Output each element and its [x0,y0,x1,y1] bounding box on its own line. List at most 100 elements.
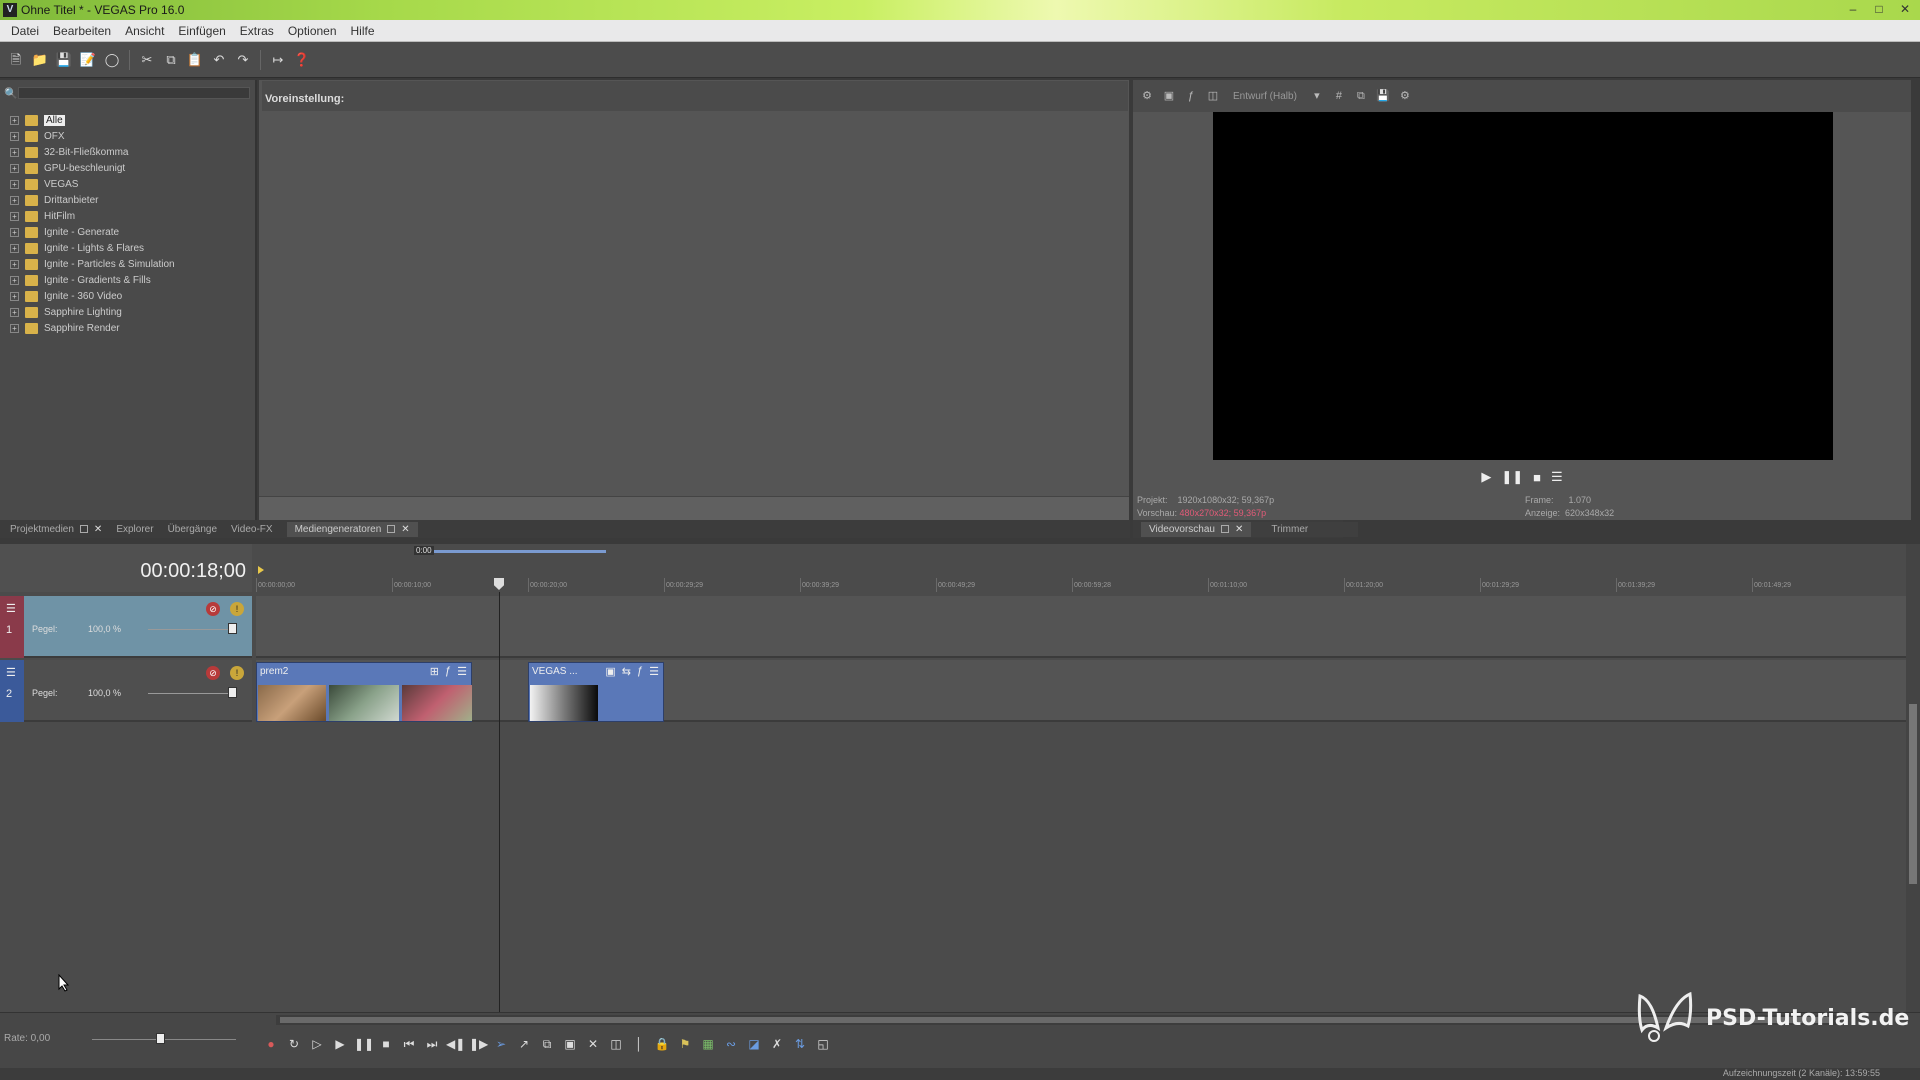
fx-icon[interactable]: ƒ [637,665,643,678]
maximize-icon[interactable]: □ [1868,1,1890,17]
tab-trimmer[interactable]: Trimmer [1251,521,1359,537]
external-monitor-icon[interactable]: ▣ [1161,86,1177,106]
pin-icon[interactable] [387,525,396,533]
pegel-slider[interactable] [148,693,236,694]
auto-crossfade-icon[interactable]: ✗ [768,1035,786,1053]
paste-icon[interactable]: 📋 [185,50,205,70]
expand-icon[interactable]: + [10,243,19,253]
expand-icon[interactable]: + [10,115,19,125]
tree-item-sapphire-render[interactable]: + Sapphire Render [10,320,175,336]
go-to-start-icon[interactable]: ⏮ [400,1035,418,1053]
loop-playback-icon[interactable]: ↻ [285,1035,303,1053]
overlays-icon[interactable]: # [1331,86,1347,106]
tree-item-ignite-gradients[interactable]: + Ignite - Gradients & Fills [10,272,175,288]
menu-optionen[interactable]: Optionen [281,24,344,38]
minimize-icon[interactable]: – [1842,1,1864,17]
track-header-2[interactable]: ☰ 2 ⊘ ! Pegel: 100,0 % [0,660,252,722]
zoom-tool-icon[interactable]: ▣ [561,1035,579,1053]
split-icon[interactable]: │ [630,1035,648,1053]
solo-icon[interactable]: ! [230,602,244,616]
close-icon[interactable]: ✕ [94,524,102,535]
close-icon[interactable]: ✕ [1894,1,1916,17]
tree-item-ignite-generate[interactable]: + Ignite - Generate [10,224,175,240]
expand-icon[interactable]: + [10,131,19,141]
selection-tool-icon[interactable]: ⧉ [538,1035,556,1053]
tree-item-ofx[interactable]: + OFX [10,128,175,144]
close-icon[interactable]: ✕ [401,524,409,535]
help-icon[interactable]: ❓ [292,50,312,70]
preview-quality-dropdown[interactable]: Entwurf (Halb) [1233,91,1297,102]
menu-extras[interactable]: Extras [233,24,281,38]
fx-icon[interactable]: ƒ [1183,86,1199,106]
pause-icon[interactable]: ❚❚ [1501,469,1523,485]
new-icon[interactable]: 🗎 [6,50,26,70]
track-menu-icon[interactable]: ☰ [6,666,16,679]
track-lane-2[interactable]: prem2 ⊞ ƒ ☰ VEGAS ... ▣ ⇆ ƒ ☰ [256,660,1906,722]
loop-icon[interactable]: ⇆ [622,665,631,678]
marker-icon[interactable]: ⚑ [676,1035,694,1053]
next-frame-icon[interactable]: ❚▶ [469,1035,488,1053]
menu-icon[interactable]: ☰ [1551,469,1563,485]
expand-icon[interactable]: + [10,211,19,221]
preview-properties-icon[interactable]: ⚙ [1139,86,1155,106]
tab-videovorschau[interactable]: Videovorschau ✕ [1141,521,1252,537]
tree-item-ignite-lights[interactable]: + Ignite - Lights & Flares [10,240,175,256]
menu-icon[interactable]: ☰ [457,665,467,678]
generated-media-clip[interactable]: VEGAS ... ▣ ⇆ ƒ ☰ [528,662,664,722]
undo-icon[interactable]: ↶ [209,50,229,70]
tab-uebergaenge[interactable]: Übergänge [168,524,231,535]
copy-snapshot-icon[interactable]: ⧉ [1353,86,1369,106]
loop-region[interactable] [416,550,606,553]
tree-item-vegas[interactable]: + VEGAS [10,176,175,192]
expand-icon[interactable]: + [10,179,19,189]
expand-icon[interactable]: + [10,195,19,205]
timeline-horizontal-scrollbar[interactable] [276,1015,1836,1025]
scrollbar-thumb[interactable] [280,1017,1832,1023]
expand-icon[interactable]: + [10,259,19,269]
playhead-line[interactable] [499,592,500,1012]
scrollbar-thumb[interactable] [1909,704,1917,884]
tab-videofx[interactable]: Video-FX [231,524,287,535]
tree-item-hitfilm[interactable]: + HitFilm [10,208,175,224]
vegas-app-icon[interactable]: V [3,3,17,17]
search-icon[interactable]: 🔍 [4,87,18,100]
expand-icon[interactable]: + [10,275,19,285]
expand-icon[interactable]: + [10,227,19,237]
menu-ansicht[interactable]: Ansicht [118,24,171,38]
snap-icon[interactable]: ↦ [268,50,288,70]
previous-frame-icon[interactable]: ◀❚ [446,1035,465,1053]
play-icon[interactable]: ▶ [331,1035,349,1053]
mute-icon[interactable]: ⊘ [206,602,220,616]
generator-icon[interactable]: ▣ [605,665,615,678]
tab-explorer[interactable]: Explorer [116,524,167,535]
video-clip-prem2[interactable]: prem2 ⊞ ƒ ☰ [256,662,472,722]
pegel-slider-knob[interactable] [228,623,237,634]
pause-icon[interactable]: ❚❚ [354,1035,374,1053]
search-input[interactable] [18,87,250,99]
track-header-1[interactable]: ☰ 1 ⊘ ! Pegel: 100,0 % [0,596,252,658]
pegel-slider-knob[interactable] [228,687,237,698]
save-as-icon[interactable]: 📝 [78,50,98,70]
copy-icon[interactable]: ⧉ [161,50,181,70]
redo-icon[interactable]: ↷ [233,50,253,70]
tree-item-32bit[interactable]: +32-Bit-Fließkomma [10,144,175,160]
menu-hilfe[interactable]: Hilfe [344,24,382,38]
settings-icon[interactable]: ⚙ [1397,86,1413,106]
track-lane-1[interactable] [256,596,1906,658]
lock-icon[interactable]: 🔒 [653,1035,671,1053]
mute-icon[interactable]: ⊘ [206,666,220,680]
expand-icon[interactable]: + [10,323,19,333]
stop-icon[interactable]: ■ [1533,470,1541,485]
normal-edit-tool-icon[interactable]: ➢ [492,1035,510,1053]
menu-datei[interactable]: Datei [4,24,46,38]
properties-icon[interactable]: ◯ [102,50,122,70]
crop-icon[interactable]: ⊞ [430,665,439,678]
go-to-end-icon[interactable]: ⏭ [423,1035,441,1053]
auto-ripple-icon[interactable]: ◪ [745,1035,763,1053]
envelope-tool-icon[interactable]: ↗ [515,1035,533,1053]
expand-icon[interactable]: + [10,291,19,301]
open-icon[interactable]: 📁 [30,50,50,70]
fx-icon[interactable]: ƒ [445,665,451,678]
tree-item-ignite-360[interactable]: + Ignite - 360 Video [10,288,175,304]
expand-icon[interactable]: + [10,307,19,317]
